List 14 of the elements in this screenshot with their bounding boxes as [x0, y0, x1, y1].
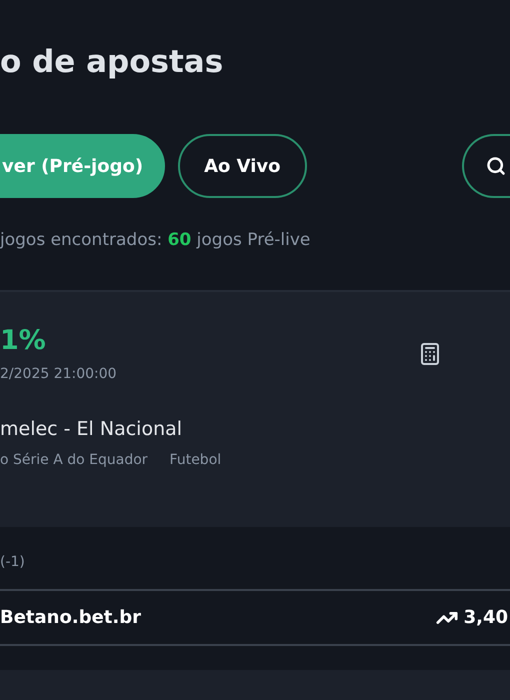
sport-name: Futebol: [170, 450, 222, 470]
bookmaker-name: Betano.bet.br: [0, 606, 141, 630]
calculator-icon: [418, 342, 442, 366]
odds-value: 3,40: [464, 606, 508, 630]
page-title: o de apostas: [0, 43, 224, 82]
results-summary: jogos encontrados: 60 jogos Pré-live: [0, 230, 310, 250]
match-name: melec - El Nacional: [0, 417, 182, 442]
league-name: o Série A do Equador: [0, 450, 148, 470]
filter-tab[interactable]: Ao Vivo: [178, 134, 307, 198]
profit-percent: 1%: [0, 324, 46, 358]
search-icon: [486, 156, 506, 176]
event-datetime: 2/2025 21:00:00: [0, 365, 117, 384]
market-label: (-1): [0, 552, 25, 572]
search-button[interactable]: [462, 134, 510, 198]
